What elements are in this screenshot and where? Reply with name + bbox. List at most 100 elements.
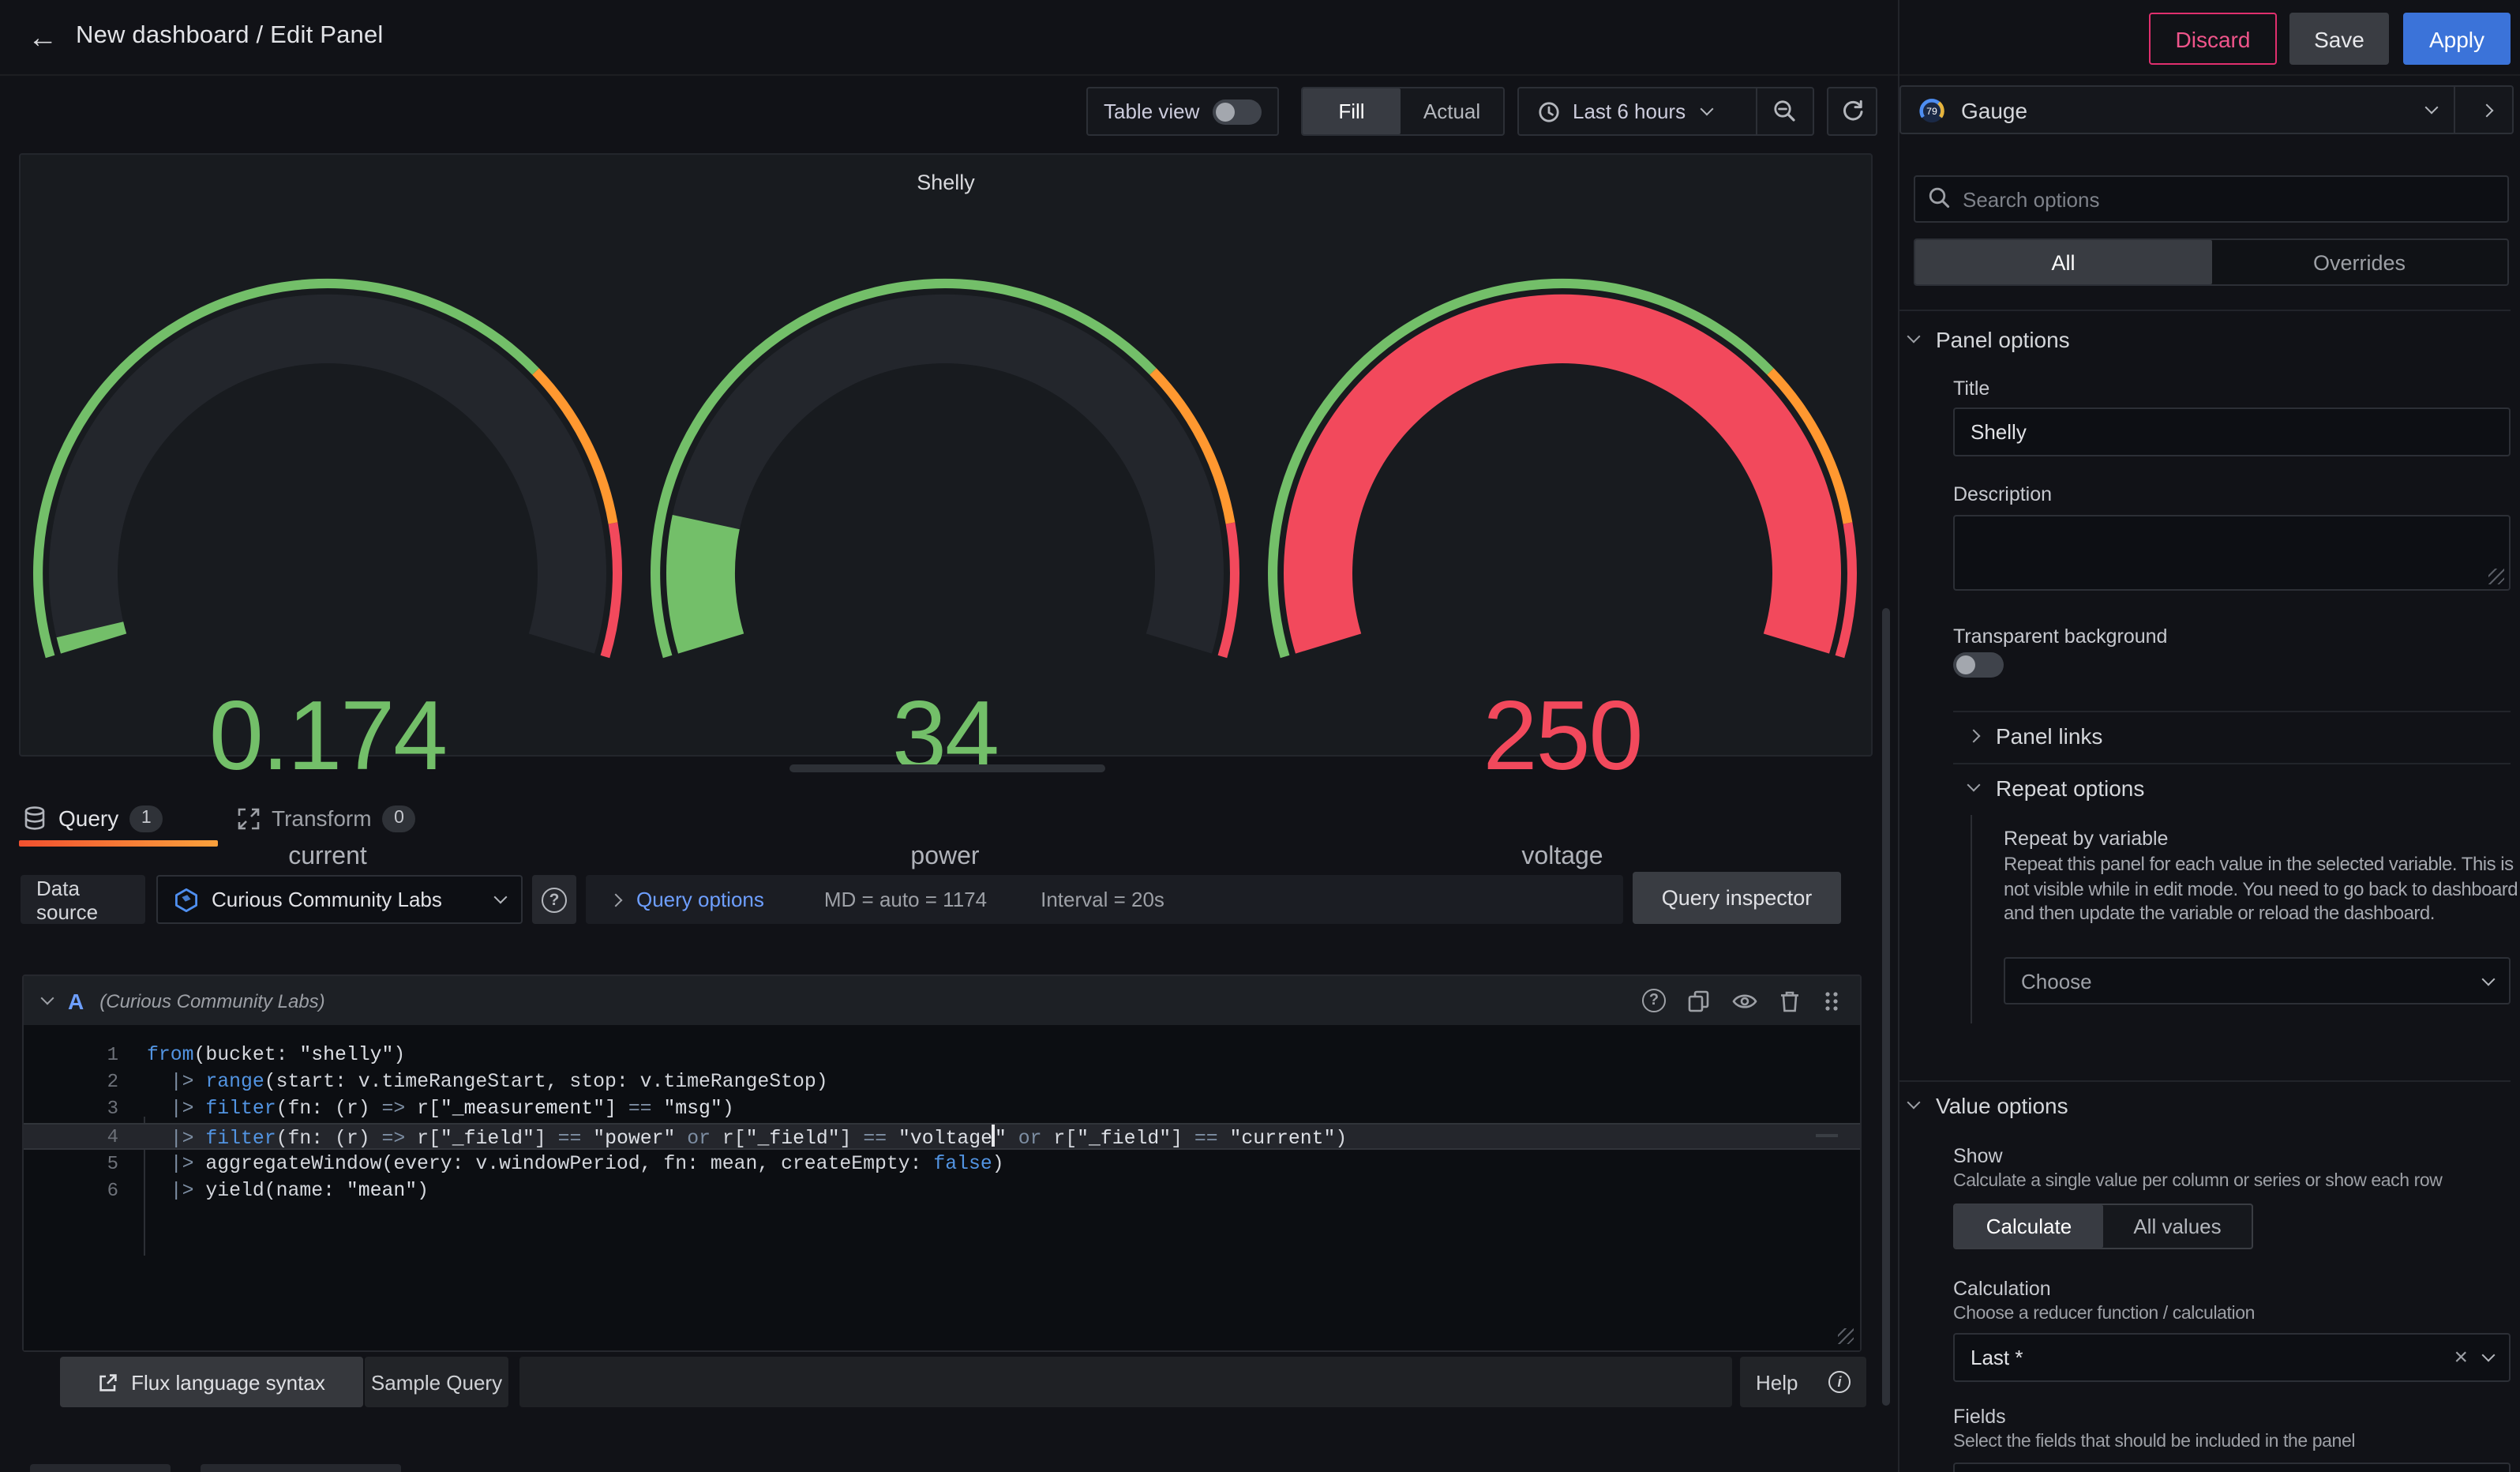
section-value-options[interactable]: Value options xyxy=(1909,1093,2068,1118)
fields-description: Select the fields that should be include… xyxy=(1953,1433,2355,1451)
section-indent-guide xyxy=(1971,815,1972,1023)
flux-syntax-button[interactable]: Flux language syntax xyxy=(60,1357,363,1407)
info-circle-icon: i xyxy=(1828,1371,1851,1393)
main-scrollbar-thumb[interactable] xyxy=(1882,608,1890,1406)
select-placeholder: Choose xyxy=(2021,969,2484,993)
section-panel-links[interactable]: Panel links xyxy=(1969,723,2102,749)
section-title: Repeat options xyxy=(1996,775,2144,801)
query-editor-card: A (Curious Community Labs) ? xyxy=(22,974,1862,1352)
divider xyxy=(1899,310,2511,311)
switch-knob xyxy=(1956,655,1975,674)
transparent-background-label: Transparent background xyxy=(1953,625,2167,648)
table-view-label: Table view xyxy=(1104,100,1199,123)
interval-text: Interval = 20s xyxy=(1041,888,1164,911)
back-arrow-icon[interactable]: ← xyxy=(22,19,63,60)
section-repeat-options[interactable]: Repeat options xyxy=(1969,775,2144,801)
calculate-tab[interactable]: Calculate xyxy=(1955,1205,2103,1248)
datasource-help-button[interactable]: ? xyxy=(532,875,576,924)
chevron-down-icon xyxy=(1700,103,1713,116)
editor-resize-grip[interactable] xyxy=(1838,1328,1854,1344)
time-range-picker[interactable]: Last 6 hours xyxy=(1519,100,1756,123)
gauge-value: 250 xyxy=(1254,689,1871,787)
chevron-down-icon xyxy=(1907,1096,1921,1110)
gauge-label: voltage xyxy=(1254,843,1871,872)
gauge-voltage: 250 voltage xyxy=(1254,153,1871,757)
actual-tab[interactable]: Actual xyxy=(1401,88,1503,134)
edit-panel-page: ← New dashboard / Edit Panel Discard Sav… xyxy=(0,0,2520,1472)
all-overrides-tabs: All Overrides xyxy=(1914,238,2509,286)
fill-tab[interactable]: Fill xyxy=(1303,88,1401,134)
footer-spacer xyxy=(519,1357,1732,1407)
gauge-arc xyxy=(636,153,1254,757)
query-card-header: A (Curious Community Labs) ? xyxy=(24,976,1860,1025)
query-datasource-hint: (Curious Community Labs) xyxy=(99,989,324,1012)
save-button[interactable]: Save xyxy=(2289,13,2389,65)
gauge-current: 0.174 current xyxy=(19,153,636,757)
refresh-icon xyxy=(1840,100,1864,123)
code-lines: 1from(bucket: "shelly")2 |> range(start:… xyxy=(24,1025,1860,1205)
add-query-button-partial[interactable] xyxy=(30,1464,171,1472)
discard-button[interactable]: Discard xyxy=(2149,13,2277,65)
tab-transform[interactable]: Transform 0 xyxy=(237,794,416,842)
datasource-picker[interactable]: Curious Community Labs xyxy=(156,875,523,924)
fields-select-partial[interactable] xyxy=(1953,1463,2511,1472)
query-inspector-button[interactable]: Query inspector xyxy=(1633,872,1841,924)
show-label: Show xyxy=(1953,1145,2003,1167)
help-button[interactable]: Help i xyxy=(1740,1357,1866,1407)
add-expression-button-partial[interactable] xyxy=(201,1464,401,1472)
description-field-label: Description xyxy=(1953,483,2052,505)
section-title: Panel links xyxy=(1996,723,2102,749)
section-title: Value options xyxy=(1936,1093,2068,1118)
collapse-chevron-icon[interactable] xyxy=(41,992,54,1005)
search-options-input[interactable] xyxy=(1914,175,2509,223)
visualization-picker[interactable]: 79 Gauge xyxy=(1899,85,2514,134)
duplicate-icon[interactable] xyxy=(1688,989,1710,1012)
trash-icon[interactable] xyxy=(1779,989,1800,1012)
divider xyxy=(2454,87,2455,133)
clear-icon[interactable]: × xyxy=(2454,1346,2468,1369)
clock-icon xyxy=(1538,100,1560,122)
query-options-link[interactable]: Query options xyxy=(636,888,764,911)
panel-title-input[interactable] xyxy=(1953,407,2511,456)
active-tab-indicator xyxy=(19,840,218,847)
tab-query[interactable]: Query 1 xyxy=(22,794,163,842)
table-view-switch[interactable] xyxy=(1213,99,1262,124)
panel-description-textarea[interactable] xyxy=(1953,515,2511,591)
breadcrumb: New dashboard / Edit Panel xyxy=(76,22,384,51)
textarea-resize-grip[interactable] xyxy=(2488,569,2504,584)
gauge-label: current xyxy=(19,843,636,872)
fields-label: Fields xyxy=(1953,1406,2006,1428)
all-values-tab[interactable]: All values xyxy=(2103,1205,2252,1248)
table-view-toggle-group: Table view xyxy=(1086,87,1279,136)
search-options-field[interactable] xyxy=(1914,175,2509,223)
query-help-icon[interactable]: ? xyxy=(1642,989,1666,1012)
chevron-right-icon xyxy=(1967,730,1981,743)
help-circle-icon: ? xyxy=(542,887,567,912)
section-panel-options[interactable]: Panel options xyxy=(1909,327,2070,352)
gauge-arc xyxy=(19,153,636,757)
chevron-down-icon xyxy=(1907,330,1921,344)
calculation-label: Calculation xyxy=(1953,1278,2051,1300)
pane-resize-handle[interactable] xyxy=(789,764,1105,772)
flux-code-editor[interactable]: 1from(bucket: "shelly")2 |> range(start:… xyxy=(24,1025,1860,1350)
gauge-power: 34 power xyxy=(636,153,1254,757)
tab-overrides[interactable]: Overrides xyxy=(2211,240,2507,284)
section-title: Panel options xyxy=(1936,327,2070,352)
zoom-out-button[interactable] xyxy=(1757,88,1813,134)
sample-query-button[interactable]: Sample Query xyxy=(365,1357,508,1407)
apply-button[interactable]: Apply xyxy=(2403,13,2511,65)
divider xyxy=(1899,1080,2511,1082)
transparent-background-switch[interactable] xyxy=(1953,652,2004,678)
calculation-select[interactable]: Last * × xyxy=(1953,1333,2511,1382)
datasource-label: Data source xyxy=(21,875,145,924)
influxdb-icon xyxy=(174,887,199,912)
repeat-variable-select[interactable]: Choose xyxy=(2004,957,2511,1004)
drag-handle-icon[interactable] xyxy=(1822,989,1841,1012)
tab-all[interactable]: All xyxy=(1915,240,2211,284)
overview-ruler-mark xyxy=(1816,1134,1838,1137)
refresh-button[interactable] xyxy=(1827,87,1877,136)
transform-icon xyxy=(237,806,261,830)
sidebar-divider xyxy=(1898,0,1899,1472)
eye-icon[interactable] xyxy=(1732,991,1757,1010)
help-label: Help xyxy=(1756,1370,1798,1394)
